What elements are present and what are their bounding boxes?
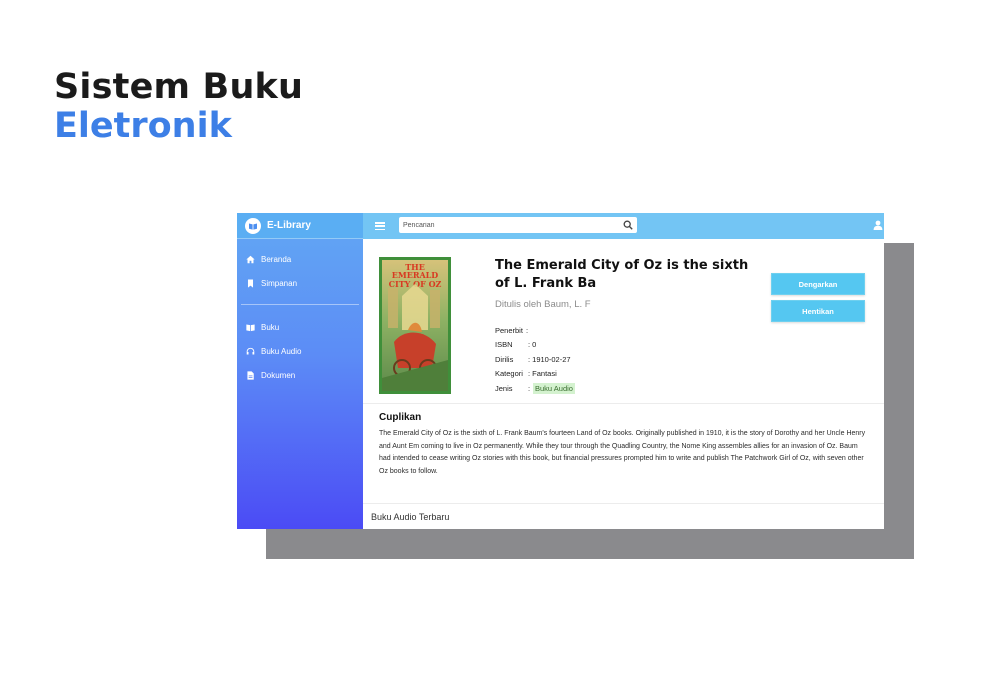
search-icon[interactable]: [623, 220, 633, 230]
meta-released-label: Dirilis: [495, 354, 514, 364]
section-divider: [363, 503, 884, 504]
sidebar-item-dokumen[interactable]: Dokumen: [237, 363, 363, 387]
document-icon: [247, 370, 254, 380]
sidebar-divider: [241, 304, 359, 305]
book-author: Ditulis oleh Baum, L. F: [495, 299, 591, 310]
home-icon: [246, 255, 255, 263]
sidebar: E-Library Beranda Simpanan Buku Buku Aud…: [237, 213, 363, 529]
sidebar-item-buku[interactable]: Buku: [237, 315, 363, 339]
user-icon[interactable]: [873, 220, 883, 230]
search-input[interactable]: [399, 218, 623, 232]
sidebar-item-label: Dokumen: [261, 370, 296, 380]
meta-type-label: Jenis: [495, 383, 513, 393]
topbar: [363, 213, 884, 239]
slide-heading: Sistem Buku Eletronik: [54, 67, 304, 147]
sidebar-item-label: Buku Audio: [261, 346, 302, 356]
meta-publisher-separator: :: [525, 325, 529, 335]
brand-name: E-Library: [267, 220, 311, 231]
meta-category-value: : Fantasi: [528, 369, 557, 379]
listen-button[interactable]: Dengarkan: [771, 273, 865, 295]
meta-row-type: Jenis : Buku Audio: [495, 381, 575, 396]
sidebar-item-label: Beranda: [261, 254, 292, 264]
sidebar-item-simpanan[interactable]: Simpanan: [237, 271, 363, 295]
bookmark-icon: [247, 279, 254, 288]
brand[interactable]: E-Library: [237, 213, 363, 239]
book-metadata: Penerbit : ISBN : 0 Dirilis : 1910-02-27…: [495, 323, 575, 396]
book-open-icon: [245, 217, 261, 234]
main-content: The Emerald City of Oz The Emerald City …: [363, 239, 884, 529]
sidebar-item-label: Simpanan: [261, 278, 298, 288]
elibrary-app-window: E-Library Beranda Simpanan Buku Buku Aud…: [237, 213, 884, 529]
book-icon: [246, 323, 255, 331]
meta-row-category: Kategori : Fantasi: [495, 367, 575, 382]
meta-category-label: Kategori: [495, 369, 523, 379]
excerpt-title: Cuplikan: [379, 412, 422, 423]
sidebar-item-beranda[interactable]: Beranda: [237, 247, 363, 271]
meta-isbn-value: : 0: [528, 340, 537, 350]
meta-row-released: Dirilis : 1910-02-27: [495, 352, 575, 367]
sidebar-item-buku-audio[interactable]: Buku Audio: [237, 339, 363, 363]
heading-title-line1: Sistem Buku: [54, 67, 304, 107]
meta-type-badge: Buku Audio: [533, 382, 575, 394]
sidebar-nav: Beranda Simpanan Buku Buku Audio Dokumen: [237, 239, 363, 387]
cover-artwork: [382, 284, 448, 391]
meta-released-value: : 1910-02-27: [528, 354, 571, 364]
stop-button[interactable]: Hentikan: [771, 300, 865, 322]
hamburger-icon[interactable]: [375, 222, 385, 230]
meta-publisher-label: Penerbit: [495, 325, 523, 335]
book-cover-illustration: The Emerald City of Oz: [382, 260, 448, 391]
book-title: The Emerald City of Oz is the sixth of L…: [495, 258, 749, 291]
excerpt-text: The Emerald City of Oz is the sixth of L…: [379, 430, 866, 476]
meta-row-publisher: Penerbit :: [495, 323, 575, 338]
meta-row-isbn: ISBN : 0: [495, 338, 575, 353]
sidebar-item-label: Buku: [261, 322, 280, 332]
excerpt-section: Cuplikan The Emerald City of Oz is the s…: [363, 403, 884, 479]
latest-audio-title: Buku Audio Terbaru: [371, 512, 450, 522]
heading-title-line2: Eletronik: [54, 106, 232, 147]
meta-isbn-label: ISBN: [495, 340, 513, 350]
headphones-icon: [246, 347, 255, 355]
search-bar: [399, 217, 637, 233]
book-cover-image: The Emerald City of Oz: [379, 257, 451, 394]
